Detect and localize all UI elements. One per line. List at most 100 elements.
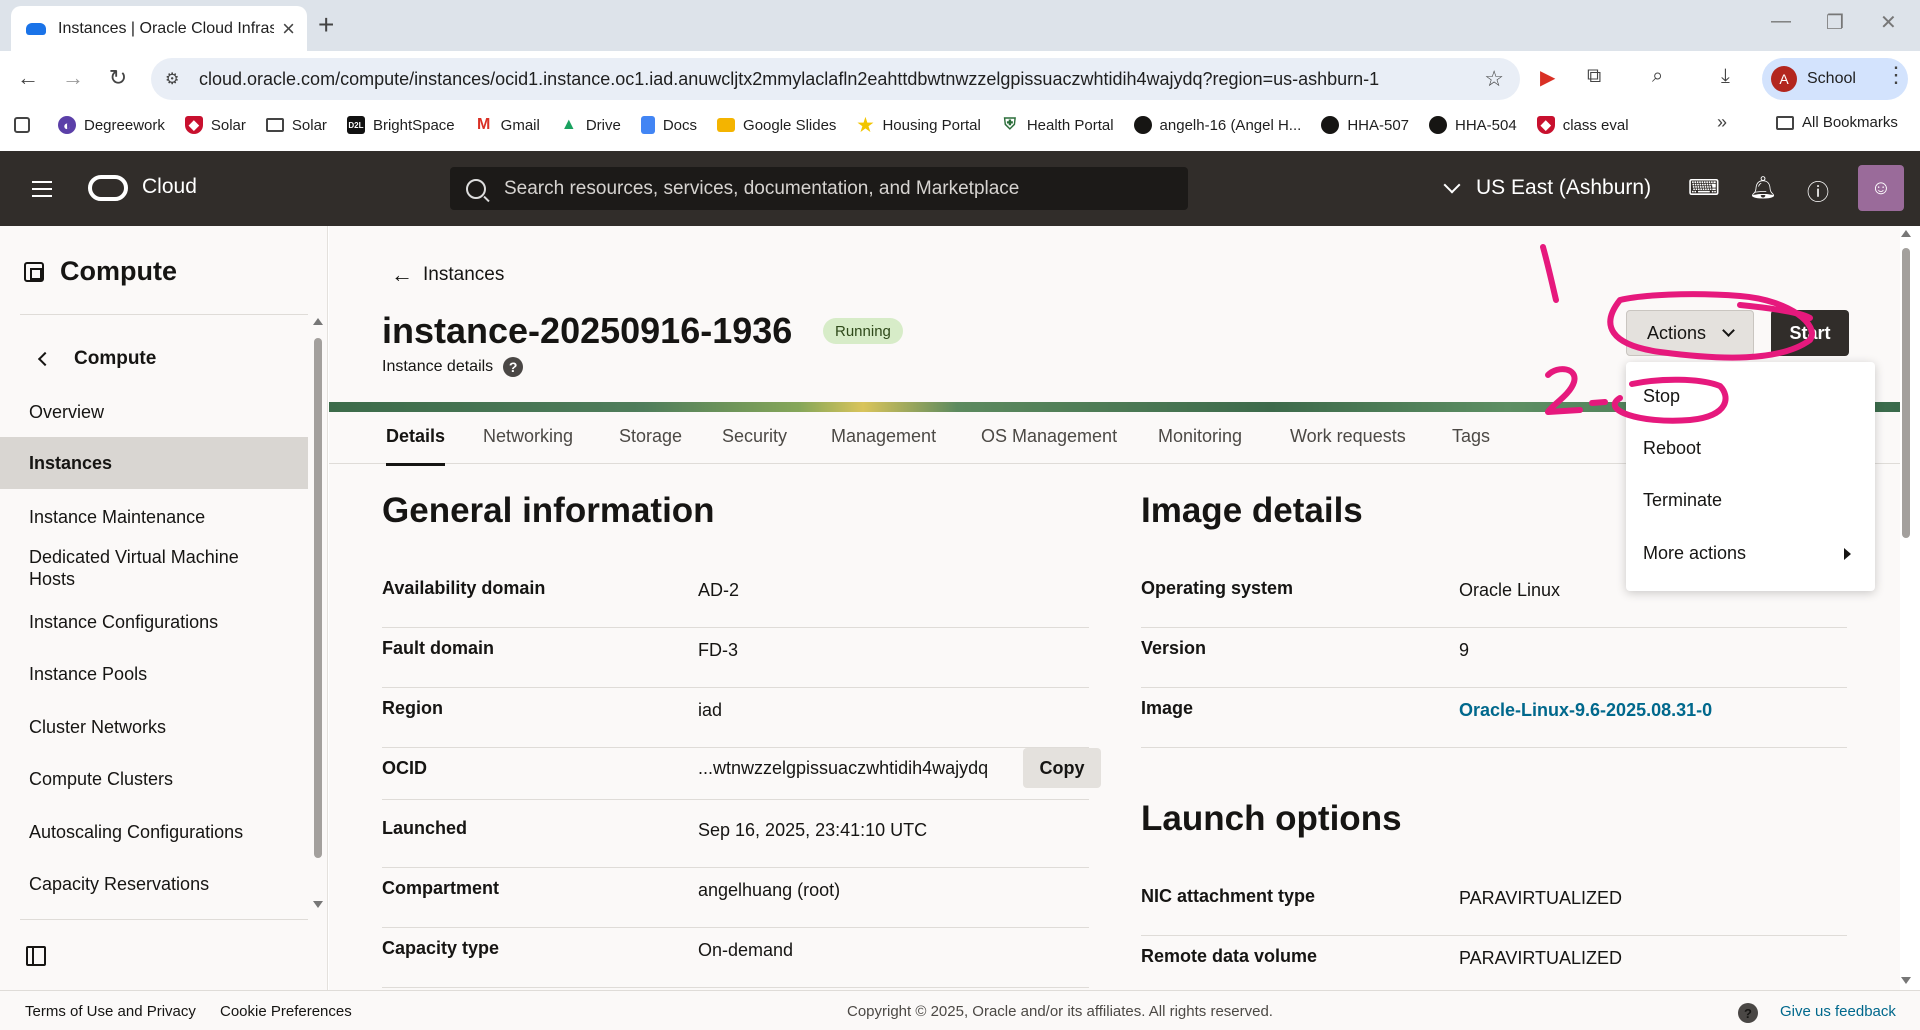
bookmark-housing-portal[interactable]: ★ Housing Portal	[856, 115, 980, 135]
sidebar-item-instances[interactable]: Instances	[0, 437, 308, 489]
tab-networking[interactable]: Networking	[483, 426, 573, 447]
divider	[20, 919, 308, 920]
terms-link[interactable]: Terms of Use and Privacy	[25, 1003, 196, 1020]
region-selector[interactable]: US East (Ashburn)	[1443, 176, 1651, 200]
folder-icon	[1776, 115, 1794, 130]
sidebar-back-compute[interactable]: Compute	[37, 348, 156, 370]
sidebar-scrollbar[interactable]	[313, 318, 323, 908]
sidebar-item-capacity-reservations[interactable]: Capacity Reservations	[0, 873, 308, 895]
reload-icon[interactable]: ↻	[103, 63, 133, 93]
bookmark-star-icon[interactable]: ☆	[1484, 66, 1504, 92]
address-url[interactable]: cloud.oracle.com/compute/instances/ocid1…	[199, 69, 1484, 90]
notifications-bell-icon[interactable]: 🔔︎	[1749, 175, 1777, 201]
gmail-icon: M	[476, 116, 491, 133]
sidebar-item-dedicated-vm-hosts[interactable]: Dedicated Virtual Machine Hosts	[0, 546, 240, 590]
forward-arrow-icon[interactable]: →	[58, 63, 88, 93]
bookmark-class-eval[interactable]: ◆ class eval	[1536, 116, 1629, 134]
tab-security[interactable]: Security	[722, 426, 787, 447]
menu-item-terminate[interactable]: Terminate	[1643, 490, 1863, 511]
search-input[interactable]	[504, 177, 1144, 200]
sidebar-item-overview[interactable]: Overview	[0, 401, 308, 423]
start-button[interactable]: Start	[1771, 310, 1849, 356]
sidebar-item-instance-maintenance[interactable]: Instance Maintenance	[0, 506, 308, 528]
info-row-region: Region iad	[382, 688, 1089, 748]
bookmark-health-portal[interactable]: ⛨ Health Portal	[1001, 116, 1114, 134]
bookmark-github-angelh[interactable]: angelh-16 (Angel H...	[1133, 116, 1301, 134]
tab-os-management[interactable]: OS Management	[981, 426, 1117, 447]
scrollbar-thumb[interactable]	[314, 338, 322, 858]
hamburger-menu-icon[interactable]	[32, 181, 52, 197]
chevron-down-icon	[1722, 324, 1735, 337]
restore-icon[interactable]: ❐	[1826, 10, 1844, 35]
tab-work-requests[interactable]: Work requests	[1290, 426, 1406, 447]
sidebar: Compute Compute Overview Instances Insta…	[0, 226, 328, 990]
tab-storage[interactable]: Storage	[619, 426, 682, 447]
folder-icon	[265, 118, 284, 132]
instance-details-subtitle: Instance details ?	[382, 357, 524, 377]
window-close-icon[interactable]: ✕	[1880, 10, 1897, 35]
docs-icon	[640, 116, 655, 134]
extensions-puzzle-icon[interactable]: ⧉	[1587, 65, 1601, 88]
health-icon: ⛨	[1003, 116, 1016, 133]
sidebar-item-cluster-networks[interactable]: Cluster Networks	[0, 716, 308, 738]
give-feedback-link[interactable]: Give us feedback	[1780, 1003, 1896, 1020]
help-icon[interactable]: ⓘ	[1807, 175, 1829, 207]
scrollbar-thumb[interactable]	[1902, 248, 1910, 538]
close-tab-icon[interactable]: ×	[282, 17, 295, 40]
menu-item-more-actions[interactable]: More actions	[1643, 543, 1863, 564]
bookmark-solar-1[interactable]: ◆ Solar	[184, 116, 246, 134]
browser-menu-icon[interactable]: ⋮	[1885, 62, 1907, 88]
image-link[interactable]: Oracle-Linux-9.6-2025.08.31-0	[1459, 700, 1712, 721]
bookmark-docs[interactable]: Docs	[640, 116, 697, 134]
menu-item-reboot[interactable]: Reboot	[1643, 438, 1863, 459]
help-question-icon[interactable]: ?	[503, 357, 524, 377]
apps-grid-icon[interactable]	[14, 117, 38, 133]
bookmark-drive[interactable]: ▲ Drive	[560, 116, 621, 134]
minimize-icon[interactable]: —	[1771, 10, 1791, 33]
scroll-down-icon[interactable]	[1901, 977, 1911, 984]
cast-search-icon[interactable]: ⌕	[1652, 65, 1663, 88]
page-scrollbar[interactable]	[1900, 228, 1912, 988]
bookmark-google-slides[interactable]: Google Slides	[717, 117, 836, 134]
search-bar[interactable]	[450, 167, 1188, 210]
collapse-sidebar-icon[interactable]	[26, 946, 46, 966]
download-icon[interactable]: ⤓	[1721, 65, 1730, 88]
scroll-up-icon[interactable]	[313, 318, 323, 325]
new-tab-icon[interactable]: +	[318, 10, 334, 40]
address-bar[interactable]: ⚙ cloud.oracle.com/compute/instances/oci…	[151, 58, 1520, 100]
bookmark-hha-504[interactable]: HHA-504	[1429, 116, 1517, 134]
cookie-preferences-link[interactable]: Cookie Preferences	[220, 1003, 352, 1020]
bookmark-gmail[interactable]: M Gmail	[475, 116, 540, 134]
bookmark-hha-507[interactable]: HHA-507	[1321, 116, 1409, 134]
actions-button[interactable]: Actions	[1626, 310, 1754, 356]
tab-monitoring[interactable]: Monitoring	[1158, 426, 1242, 447]
sidebar-item-compute-clusters[interactable]: Compute Clusters	[0, 768, 308, 790]
youtube-extension-icon[interactable]: ▶	[1540, 65, 1555, 90]
sidebar-item-instance-configurations[interactable]: Instance Configurations	[0, 611, 308, 633]
menu-item-stop[interactable]: Stop	[1643, 386, 1863, 407]
chevron-down-icon	[1443, 176, 1461, 194]
sidebar-item-autoscaling-configurations[interactable]: Autoscaling Configurations	[0, 821, 308, 843]
back-arrow-icon[interactable]: ←	[13, 63, 43, 93]
sidebar-item-instance-pools[interactable]: Instance Pools	[0, 663, 308, 685]
browser-tab[interactable]: Instances | Oracle Cloud Infrastru ×	[11, 6, 307, 51]
all-bookmarks[interactable]: All Bookmarks	[1776, 114, 1898, 131]
site-info-icon[interactable]: ⚙	[165, 69, 185, 89]
tab-management[interactable]: Management	[831, 426, 936, 447]
brand-label[interactable]: Cloud	[142, 175, 197, 199]
tab-tags[interactable]: Tags	[1452, 426, 1490, 447]
bookmark-solar-2[interactable]: Solar	[265, 117, 327, 134]
bookmark-degreework[interactable]: ◐ Degreework	[58, 116, 165, 134]
cloud-shell-icon[interactable]: ⌨	[1688, 175, 1720, 201]
tab-details[interactable]: Details	[386, 426, 446, 466]
copy-ocid-button[interactable]: Copy	[1023, 748, 1101, 788]
back-to-instances-link[interactable]: ← Instances	[391, 262, 504, 288]
oracle-logo-icon[interactable]	[88, 175, 128, 201]
launch-options-heading: Launch options	[1141, 799, 1402, 838]
feedback-question-icon[interactable]: ?	[1738, 1003, 1758, 1023]
bookmarks-overflow-icon[interactable]: »	[1717, 112, 1727, 133]
bookmark-brightspace[interactable]: D2L BrightSpace	[346, 116, 455, 134]
scroll-down-icon[interactable]	[313, 901, 323, 908]
user-profile-button[interactable]: ☺	[1858, 165, 1904, 211]
scroll-up-icon[interactable]	[1901, 230, 1911, 237]
